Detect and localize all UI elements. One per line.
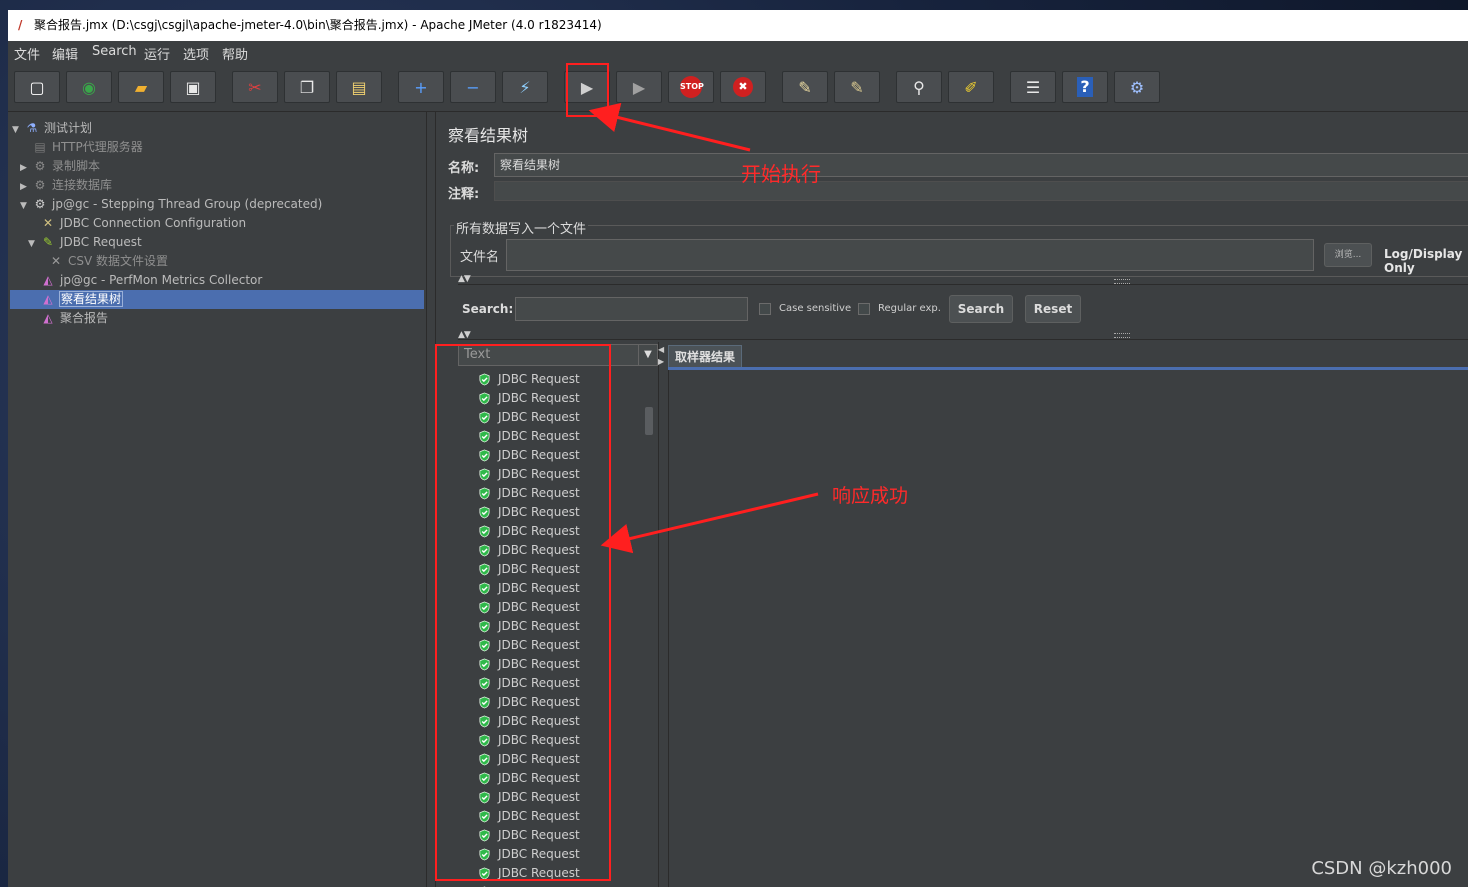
start-arrow xyxy=(588,102,751,152)
watermark: CSDN @kzh000 xyxy=(1311,858,1452,879)
start-annotation: 开始执行 xyxy=(741,162,821,186)
annotation-arrows xyxy=(588,102,819,554)
success-arrow xyxy=(600,492,819,554)
success-annotation: 响应成功 xyxy=(832,485,909,507)
